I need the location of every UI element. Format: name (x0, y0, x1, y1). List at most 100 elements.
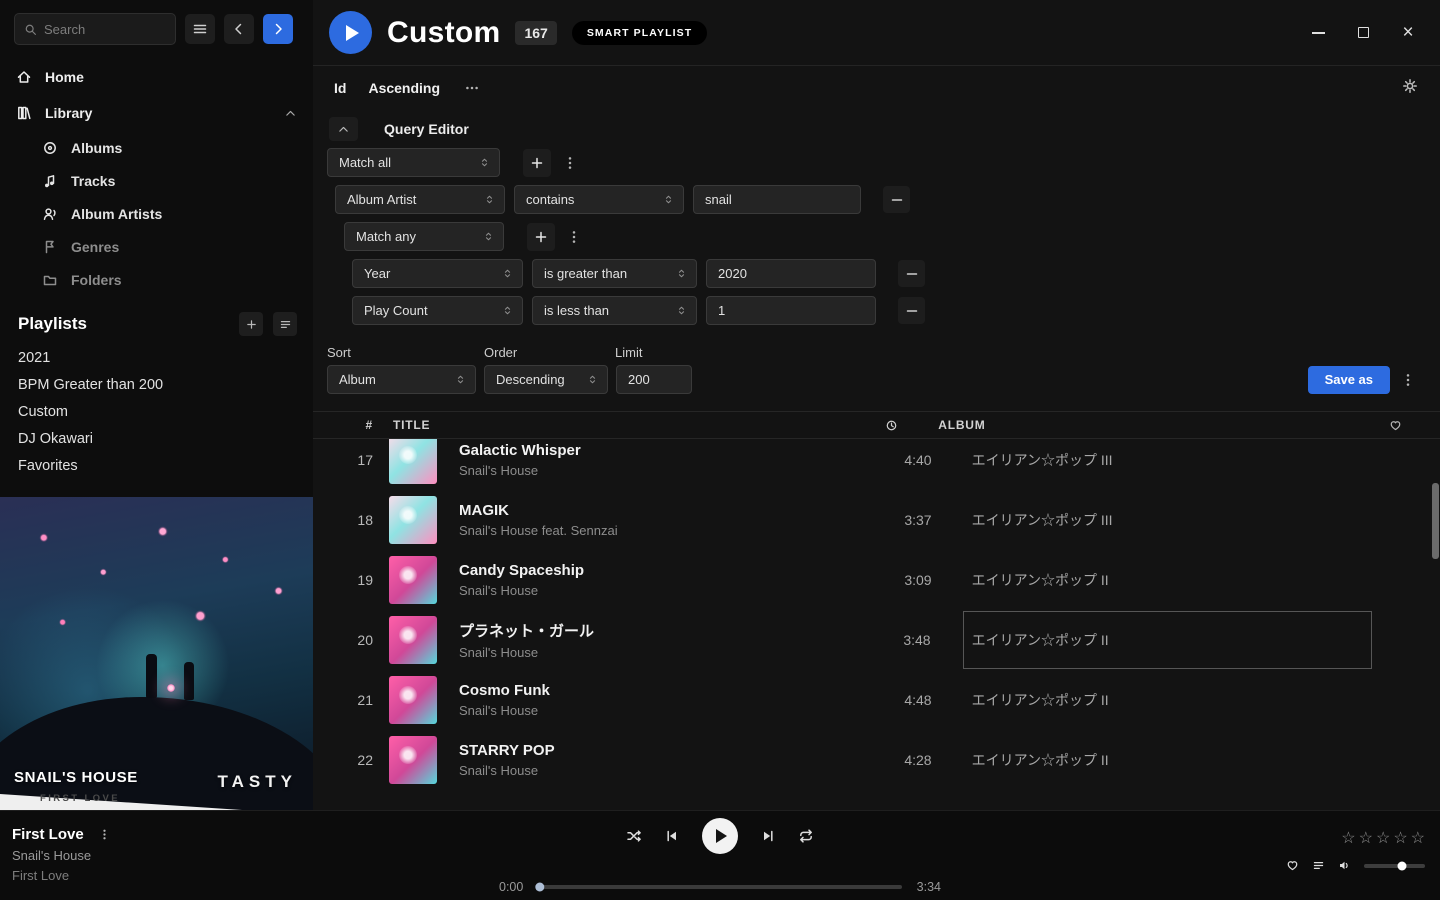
sidebar-item-folders[interactable]: Folders (0, 263, 313, 296)
track-row[interactable]: 19 Candy Spaceship Snail's House 3:09 エイ… (313, 550, 1440, 610)
rule-value-input[interactable] (693, 185, 861, 214)
play-pause-button[interactable] (702, 818, 738, 854)
volume-handle[interactable] (1397, 861, 1406, 870)
rule-value-input[interactable] (706, 259, 876, 288)
column-number[interactable]: # (329, 418, 373, 432)
track-album-art[interactable] (389, 556, 437, 604)
remove-rule-button[interactable] (898, 297, 925, 324)
column-album[interactable]: ALBUM (930, 412, 1372, 438)
sidebar-item-album-artists[interactable]: Album Artists (0, 197, 313, 230)
column-title[interactable]: TITLE (393, 418, 818, 432)
next-button[interactable] (760, 828, 776, 844)
group-menu-button[interactable] (564, 227, 584, 247)
settings-gear-icon[interactable] (1402, 78, 1418, 94)
search-input[interactable] (44, 22, 166, 37)
track-album-art[interactable] (389, 616, 437, 664)
sort-select[interactable]: Album (327, 365, 476, 394)
rule-operator-select[interactable]: is less than (532, 296, 697, 325)
now-playing-title[interactable]: First Love (12, 826, 84, 843)
track-artist[interactable]: Snail's House (459, 463, 852, 478)
track-artist[interactable]: Snail's House feat. Sennzai (459, 523, 852, 538)
star-icon[interactable]: ☆ (1341, 831, 1355, 847)
track-album-art[interactable] (389, 736, 437, 784)
star-icon[interactable]: ☆ (1359, 831, 1373, 847)
rule-group-menu-button[interactable] (560, 153, 580, 173)
sidebar-item-albums[interactable]: Albums (0, 131, 313, 164)
track-row[interactable]: 18 MAGIK Snail's House feat. Sennzai 3:3… (313, 490, 1440, 550)
track-album[interactable]: エイリアン☆ポップ II (972, 570, 1109, 590)
playlist-list-button[interactable] (273, 312, 297, 336)
more-options-button[interactable] (462, 78, 482, 98)
track-album-art[interactable] (389, 496, 437, 544)
playlist-item[interactable]: Favorites (0, 452, 313, 479)
rule-operator-select[interactable]: contains (514, 185, 684, 214)
close-button[interactable]: × (1400, 25, 1416, 41)
play-playlist-button[interactable] (329, 11, 372, 54)
remove-rule-button[interactable] (883, 186, 910, 213)
seek-handle[interactable] (536, 883, 545, 892)
match-all-select[interactable]: Match all (327, 148, 500, 177)
column-duration[interactable] (818, 419, 898, 432)
sidebar-item-home[interactable]: Home (0, 59, 313, 95)
track-album[interactable]: エイリアン☆ポップ II (972, 630, 1109, 650)
focused-album-cell[interactable]: エイリアン☆ポップ II (963, 611, 1372, 669)
track-album[interactable]: エイリアン☆ポップ III (972, 450, 1113, 470)
track-row[interactable]: 17 Galactic Whisper Snail's House 4:40 エ… (313, 439, 1440, 490)
track-row[interactable]: 21 Cosmo Funk Snail's House 4:48 エイリアン☆ポ… (313, 670, 1440, 730)
sort-field-button[interactable]: Id (334, 80, 346, 96)
limit-input[interactable] (616, 365, 692, 394)
collapse-query-editor-button[interactable] (329, 117, 358, 141)
previous-button[interactable] (664, 828, 680, 844)
maximize-button[interactable] (1355, 25, 1371, 41)
nav-forward-button[interactable] (263, 14, 293, 44)
track-album[interactable]: エイリアン☆ポップ II (972, 690, 1109, 710)
add-group-rule-button[interactable] (527, 223, 555, 251)
playlist-item[interactable]: DJ Okawari (0, 425, 313, 452)
order-select[interactable]: Descending (484, 365, 608, 394)
seek-slider[interactable] (538, 885, 901, 889)
now-playing-album[interactable]: First Love (12, 868, 113, 883)
track-list[interactable]: 17 Galactic Whisper Snail's House 4:40 エ… (313, 439, 1440, 810)
track-artist[interactable]: Snail's House (459, 645, 851, 660)
rule-value-input[interactable] (706, 296, 876, 325)
match-any-select[interactable]: Match any (344, 222, 504, 251)
rule-field-select[interactable]: Album Artist (335, 185, 505, 214)
track-artist[interactable]: Snail's House (459, 763, 852, 778)
playlist-item[interactable]: Custom (0, 398, 313, 425)
playlist-item[interactable]: 2021 (0, 344, 313, 371)
column-favorite[interactable] (1372, 419, 1418, 432)
chevron-up-icon[interactable] (284, 107, 297, 120)
volume-slider[interactable] (1364, 864, 1425, 868)
sidebar-item-tracks[interactable]: Tracks (0, 164, 313, 197)
search-box[interactable] (14, 13, 176, 45)
now-playing-artist[interactable]: Snail's House (12, 848, 113, 863)
now-playing-menu-button[interactable] (96, 826, 113, 843)
scrollbar-thumb[interactable] (1432, 483, 1439, 559)
menu-button[interactable] (185, 14, 215, 44)
star-icon[interactable]: ☆ (1393, 831, 1407, 847)
star-icon[interactable]: ☆ (1376, 831, 1390, 847)
track-album-art[interactable] (389, 439, 437, 484)
now-playing-album-art[interactable]: SNAIL'S HOUSE FIRST LOVE TASTY (0, 497, 313, 810)
rule-field-select[interactable]: Play Count (352, 296, 523, 325)
nav-back-button[interactable] (224, 14, 254, 44)
add-rule-button[interactable] (523, 149, 551, 177)
rule-operator-select[interactable]: is greater than (532, 259, 697, 288)
favorite-button[interactable] (1286, 859, 1299, 872)
track-row[interactable]: 20 プラネット・ガール Snail's House 3:48 エイリアン☆ポッ… (313, 610, 1440, 670)
mute-button[interactable] (1338, 859, 1351, 872)
track-album[interactable]: エイリアン☆ポップ II (972, 750, 1109, 770)
queue-button[interactable] (1312, 859, 1325, 872)
track-artist[interactable]: Snail's House (459, 583, 852, 598)
remove-rule-button[interactable] (898, 260, 925, 287)
add-playlist-button[interactable] (239, 312, 263, 336)
save-as-button[interactable]: Save as (1308, 366, 1390, 394)
shuffle-button[interactable] (626, 828, 642, 844)
save-menu-button[interactable] (1398, 370, 1418, 390)
track-album[interactable]: エイリアン☆ポップ III (972, 510, 1113, 530)
sort-direction-button[interactable]: Ascending (368, 80, 440, 96)
minimize-button[interactable] (1310, 25, 1326, 41)
track-row[interactable]: 22 STARRY POP Snail's House 4:28 エイリアン☆ポ… (313, 730, 1440, 790)
sidebar-item-genres[interactable]: Genres (0, 230, 313, 263)
repeat-button[interactable] (798, 828, 814, 844)
